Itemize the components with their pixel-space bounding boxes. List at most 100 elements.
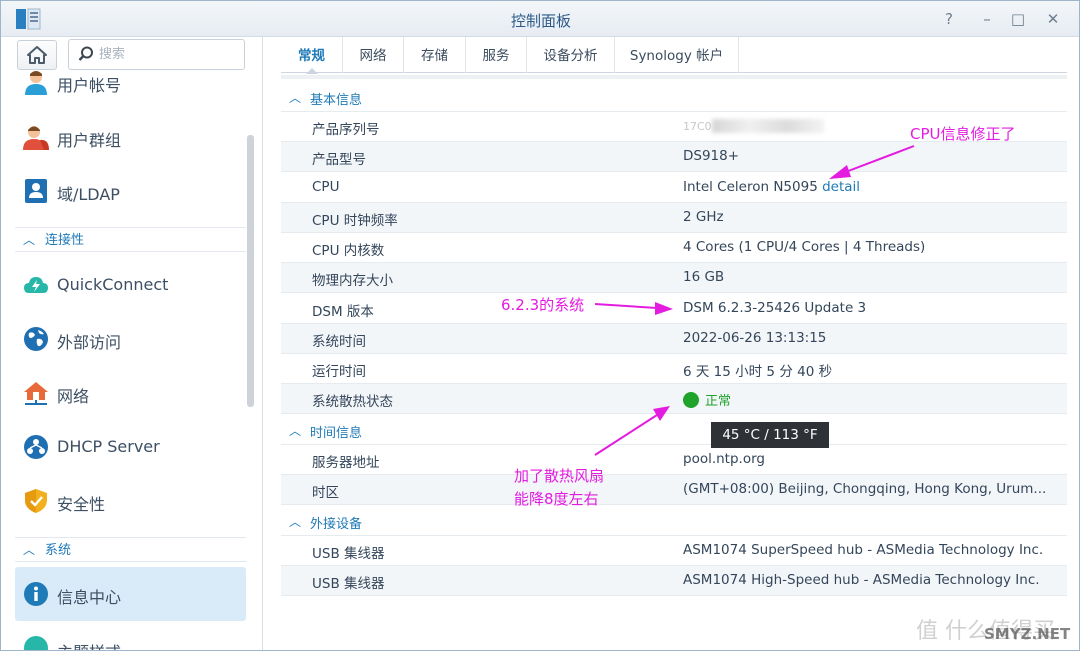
chevron-up-icon: ︿ (289, 515, 302, 529)
row-key: CPU (312, 179, 340, 195)
row-value: 6 天 15 小时 5 分 40 秒 (683, 364, 833, 380)
section-time-info[interactable]: ︿ 时间信息 (281, 415, 1067, 445)
watermark-site: SMYZ.NET (984, 625, 1071, 643)
annotation-fan-line2: 能降8度左右 (514, 490, 599, 508)
row-thermal-status: 系统散热状态 正常 (281, 384, 1067, 414)
sidebar-item-label: 网络 (57, 387, 90, 406)
sidebar-item-theme[interactable]: 主题样式 (15, 621, 246, 650)
sidebar: 用户帐号 用户群组 域/LDAP ︿ 连接性 (1, 37, 263, 650)
row-key: 系统时间 (312, 334, 366, 350)
sidebar-item-label: DHCP Server (57, 437, 160, 456)
blurred-serial (711, 119, 824, 133)
user-icon (25, 71, 47, 95)
sidebar-item-user-account[interactable]: 用户帐号 (15, 56, 246, 110)
window-title: 控制面板 (510, 12, 571, 30)
row-timezone: 时区 (GMT+08:00) Beijing, Chongqing, Hong … (281, 475, 1067, 505)
tab-storage[interactable]: 存储 (404, 37, 466, 73)
sidebar-item-security[interactable]: 安全性 (15, 474, 246, 528)
network-house-icon (24, 382, 48, 405)
tab-device-analytics[interactable]: 设备分析 (527, 37, 615, 73)
row-cpu: CPU Intel Celeron N5095 detail (281, 173, 1067, 203)
domain-ldap-icon (25, 179, 47, 203)
row-usb-hub-2: USB 集线器 ASM1074 High-Speed hub - ASMedia… (281, 566, 1067, 596)
tab-general[interactable]: 常规 (281, 37, 343, 74)
sidebar-item-quickconnect[interactable]: QuickConnect (15, 258, 246, 312)
info-icon (24, 582, 48, 606)
sidebar-item-info-center[interactable]: 信息中心 (15, 567, 246, 621)
row-value: DS918+ (683, 148, 740, 164)
row-key: 产品序列号 (312, 122, 380, 138)
sidebar-item-dhcp-server[interactable]: DHCP Server (15, 420, 246, 474)
row-key: 物理内存大小 (312, 273, 393, 289)
row-key: CPU 时钟频率 (312, 213, 398, 229)
row-value: ASM1074 High-Speed hub - ASMedia Technol… (683, 572, 1040, 588)
tab-services[interactable]: 服务 (466, 37, 527, 73)
row-key: CPU 内核数 (312, 243, 385, 259)
row-value: 2022-06-26 13:13:15 (683, 330, 827, 346)
section-basic-info[interactable]: ︿ 基本信息 (281, 82, 1067, 112)
tab-bar-shadow (281, 75, 1067, 79)
close-button[interactable]: ✕ (1043, 9, 1063, 29)
section-title: 时间信息 (310, 426, 363, 441)
sidebar-group-label: 系统 (45, 543, 72, 558)
sidebar-item-label: 主题样式 (57, 639, 121, 650)
sidebar-item-external-access[interactable]: 外部访问 (15, 312, 246, 366)
chevron-up-icon: ︿ (289, 91, 302, 105)
help-button[interactable]: ? (939, 9, 959, 29)
sidebar-group-connectivity[interactable]: ︿ 连接性 (23, 229, 84, 249)
row-key: 系统散热状态 (312, 394, 393, 410)
sidebar-item-user-group[interactable]: 用户群组 (15, 110, 246, 164)
row-key: 运行时间 (312, 364, 366, 380)
row-ntp-server: 服务器地址 pool.ntp.org (281, 445, 1067, 475)
sidebar-group-system[interactable]: ︿ 系统 (23, 539, 71, 559)
sidebar-item-label: 用户帐号 (57, 76, 122, 95)
group-divider (15, 227, 246, 228)
row-value: 17C0 (683, 118, 824, 134)
temperature-tooltip: 45 °C / 113 °F (711, 422, 829, 448)
title-bar[interactable]: 控制面板 ? – □ ✕ (1, 1, 1079, 37)
annotation-fan-line1: 加了散热风扇 (514, 467, 605, 485)
row-value: (GMT+08:00) Beijing, Chongqing, Hong Kon… (683, 481, 1047, 497)
minimize-button[interactable]: – (977, 9, 997, 29)
cpu-value: Intel Celeron N5095 (683, 179, 818, 195)
sidebar-item-label: 安全性 (57, 495, 106, 514)
row-key: USB 集线器 (312, 576, 385, 592)
thermal-status-text[interactable]: 正常 (705, 394, 731, 409)
annotation-cpu-fixed: CPU信息修正了 (910, 125, 1016, 143)
chevron-up-icon: ︿ (289, 424, 302, 438)
sidebar-item-network[interactable]: 网络 (15, 366, 246, 420)
row-value: pool.ntp.org (683, 451, 765, 467)
group-divider (15, 251, 246, 252)
tab-synology-account[interactable]: Synology 帐户 (615, 37, 739, 73)
site-watermark: 值 什么值得买 SMYZ.NET (916, 613, 1076, 647)
row-cpu-cores: CPU 内核数 4 Cores (1 CPU/4 Cores | 4 Threa… (281, 233, 1067, 263)
row-uptime: 运行时间 6 天 15 小时 5 分 40 秒 (281, 354, 1067, 384)
tab-network[interactable]: 网络 (343, 37, 404, 73)
row-key: 产品型号 (312, 152, 366, 168)
section-external-devices[interactable]: ︿ 外接设备 (281, 506, 1067, 536)
row-key: 服务器地址 (312, 455, 380, 471)
section-title: 外接设备 (310, 517, 363, 532)
row-value: 4 Cores (1 CPU/4 Cores | 4 Threads) (683, 239, 926, 255)
sidebar-group-label: 连接性 (45, 233, 85, 248)
row-dsm-version: DSM 版本 DSM 6.2.3-25426 Update 3 (281, 294, 1067, 324)
section-title: 基本信息 (310, 93, 363, 108)
row-key: 时区 (312, 485, 339, 501)
row-value: Intel Celeron N5095 detail (683, 179, 860, 195)
globe-icon (24, 327, 48, 351)
maximize-button[interactable]: □ (1008, 9, 1028, 29)
row-value: ASM1074 SuperSpeed hub - ASMedia Technol… (683, 542, 1044, 558)
sidebar-item-label: 域/LDAP (57, 185, 120, 204)
shield-icon (25, 489, 47, 513)
sidebar-scrollbar[interactable] (247, 135, 254, 407)
row-cpu-freq: CPU 时钟频率 2 GHz (281, 203, 1067, 233)
dhcp-server-icon (24, 435, 48, 459)
cpu-detail-link[interactable]: detail (822, 179, 860, 195)
row-value: 正常 (683, 390, 731, 409)
sidebar-item-label: 信息中心 (57, 588, 122, 607)
sidebar-item-domain-ldap[interactable]: 域/LDAP (15, 164, 246, 218)
serial-value: 17C0 (683, 120, 712, 133)
row-key: DSM 版本 (312, 304, 374, 320)
row-system-time: 系统时间 2022-06-26 13:13:15 (281, 324, 1067, 354)
group-divider (15, 537, 246, 538)
